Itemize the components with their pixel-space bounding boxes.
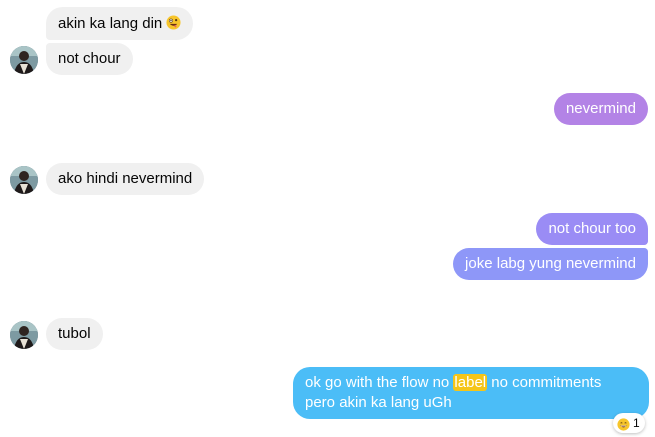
message-bubble-incoming[interactable]: ako hindi nevermind bbox=[46, 163, 205, 195]
message-text: not chour bbox=[58, 50, 121, 67]
grinning-face-emoji bbox=[617, 417, 630, 431]
message-text: ako hindi nevermind bbox=[58, 170, 193, 187]
highlighted-word[interactable]: label bbox=[453, 374, 488, 391]
reaction-badge[interactable]: 1 bbox=[613, 413, 645, 433]
message-text: not chour too bbox=[548, 220, 636, 237]
message-bubble-incoming[interactable]: not chour bbox=[46, 43, 133, 75]
message-bubble-outgoing[interactable]: ok go with the flow no label no commitme… bbox=[293, 367, 649, 419]
message-text: akin ka lang din bbox=[58, 15, 163, 32]
contact-avatar[interactable] bbox=[10, 46, 38, 74]
contact-avatar[interactable] bbox=[10, 321, 38, 349]
contact-avatar[interactable] bbox=[10, 166, 38, 194]
message-bubble-outgoing[interactable]: nevermind bbox=[553, 93, 648, 125]
zany-face-emoji bbox=[166, 15, 181, 30]
message-bubble-outgoing[interactable]: joke labg yung nevermind bbox=[453, 248, 648, 280]
reaction-count: 1 bbox=[633, 416, 640, 430]
message-bubble-incoming[interactable]: akin ka lang din bbox=[46, 7, 194, 40]
message-bubble-outgoing[interactable]: not chour too bbox=[536, 213, 648, 245]
message-text: joke labg yung nevermind bbox=[465, 255, 636, 272]
message-text: tubol bbox=[58, 325, 91, 342]
message-bubble-incoming[interactable]: tubol bbox=[46, 318, 103, 350]
message-line: ok go with the flow no label no commitme… bbox=[305, 374, 602, 391]
message-text: nevermind bbox=[565, 100, 636, 117]
message-line: pero akin ka lang uGh bbox=[305, 394, 452, 411]
